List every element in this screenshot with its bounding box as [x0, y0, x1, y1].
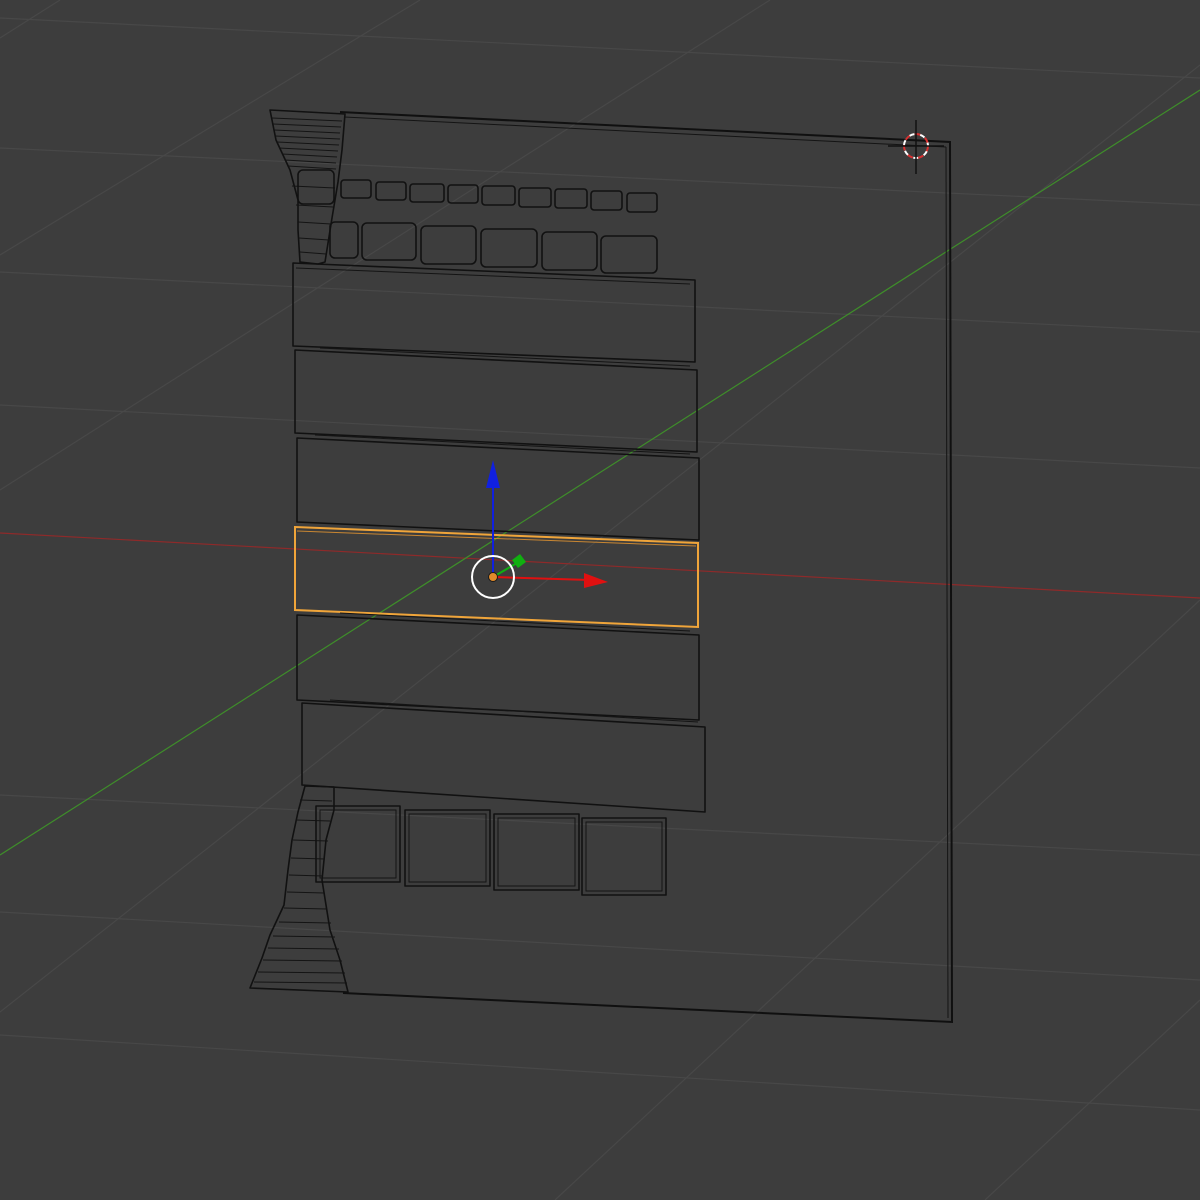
medium-tile-row[interactable] — [329, 221, 658, 274]
floor-grid — [0, 0, 1200, 1200]
pivot-point-icon — [488, 572, 498, 582]
y-handle-icon[interactable] — [512, 554, 526, 568]
molding-profile-top[interactable] — [269, 109, 346, 265]
x-arrow-icon[interactable] — [584, 573, 608, 588]
z-arrow-icon[interactable] — [486, 460, 500, 488]
3d-cursor-icon[interactable] — [888, 120, 944, 174]
plank-2[interactable] — [294, 347, 698, 453]
plank-5[interactable] — [296, 612, 700, 721]
y-axis-line — [0, 89, 1200, 856]
x-axis-handle[interactable] — [492, 576, 591, 581]
molding-profile-bottom[interactable] — [249, 785, 349, 993]
small-tile-row[interactable] — [340, 179, 658, 213]
plank-1[interactable] — [292, 262, 696, 363]
3d-viewport[interactable] — [0, 0, 1200, 1200]
